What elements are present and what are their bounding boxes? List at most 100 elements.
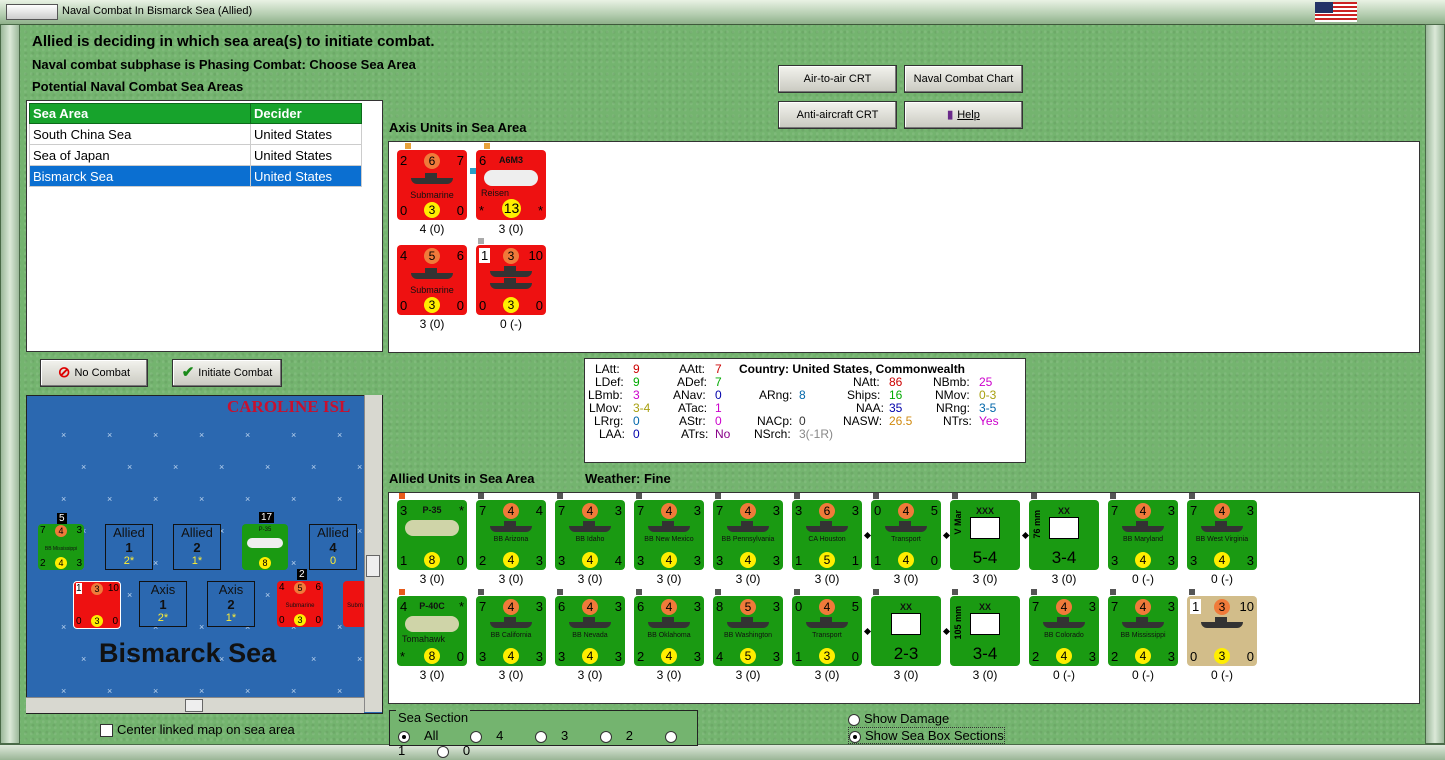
counter-move: 13 bbox=[502, 199, 521, 218]
table-row-selected[interactable]: Bismarck Sea United States bbox=[29, 165, 362, 187]
sea-section-legend: Sea Section bbox=[396, 710, 471, 725]
map-axis-stack[interactable]: 1 3 10 0 3 0 bbox=[73, 581, 121, 629]
axis-convoy-counter[interactable]: 1 3 10 0 3 0 bbox=[476, 245, 546, 315]
allied-unit-counter[interactable]: 4 P-40C * Tomahawk * 8 0 bbox=[397, 596, 467, 666]
table-row[interactable]: Sea of Japan United States bbox=[29, 144, 362, 166]
allied-unit-counter[interactable]: 3 P-35 * 1 8 0 bbox=[397, 500, 467, 570]
counter-defense: 3 bbox=[91, 583, 103, 595]
sea-area-map[interactable]: × × × × × × × × × × × × × × × × × × × × × × × × × × × × × × × × × × × × × × × ×… bbox=[26, 395, 383, 714]
map-vertical-scrollbar[interactable] bbox=[364, 395, 382, 712]
map-axis-sub-stack[interactable]: 4 5 6 Submarine 0 3 0 bbox=[277, 581, 323, 627]
counter-type: P-40C bbox=[419, 601, 445, 611]
allied-sea-box-4[interactable]: Allied 4 0 bbox=[309, 524, 357, 570]
naval-combat-chart-button[interactable]: Naval Combat Chart bbox=[904, 65, 1023, 93]
box-value: 2* bbox=[157, 612, 169, 624]
counter-name: BB Washington bbox=[724, 632, 772, 639]
counter-defense: 4 bbox=[503, 599, 519, 615]
counter-name: BB Oklahoma bbox=[647, 632, 691, 639]
radio-icon bbox=[436, 745, 449, 758]
allied-unit-counter[interactable]: XX 105 mm 3-4 bbox=[950, 596, 1020, 666]
allied-unit-counter[interactable]: 3 6 3 CA Houston 1 5 1 bbox=[792, 500, 862, 570]
box-side: Allied bbox=[113, 525, 145, 540]
stat-naa: 35 bbox=[889, 401, 903, 415]
wave-mark: × bbox=[311, 654, 317, 664]
center-link-checkbox[interactable] bbox=[100, 724, 113, 737]
wave-mark: × bbox=[291, 494, 297, 504]
allied-unit-counter[interactable]: 7 4 3 BB Mississippi 2 4 3 bbox=[1108, 596, 1178, 666]
allied-unit-counter[interactable]: 7 4 3 BB Pennsylvania 3 4 3 bbox=[713, 500, 783, 570]
counter-range: 3 bbox=[614, 503, 622, 518]
map-vertical-scroll-thumb[interactable] bbox=[366, 555, 380, 577]
box-section: 4 bbox=[329, 540, 337, 555]
wave-mark: × bbox=[199, 686, 205, 696]
bottom-frame-edge bbox=[0, 744, 1445, 760]
axis-sea-box-2[interactable]: Axis 2 1* bbox=[207, 581, 255, 627]
counter-defense: 3 bbox=[503, 248, 519, 264]
allied-unit-counter[interactable]: 6 4 3 BB Nevada 3 4 3 bbox=[555, 596, 625, 666]
counter-move: 3 bbox=[1214, 648, 1230, 664]
counter-name: BB Maryland bbox=[1122, 536, 1164, 543]
allied-unit-counter[interactable]: 0 4 5 Transport 1 4 0 bbox=[871, 500, 941, 570]
help-button[interactable]: ▮ Help bbox=[904, 101, 1023, 129]
stat-atrs-label: ATrs: bbox=[681, 427, 709, 441]
allied-unit-counter[interactable]: 7 4 3 BB Colorado 2 4 3 bbox=[1029, 596, 1099, 666]
no-combat-button[interactable]: ⊘ No Combat bbox=[40, 359, 148, 387]
allied-unit-counter[interactable]: 6 4 3 BB Oklahoma 2 4 3 bbox=[634, 596, 704, 666]
counter-caption: 3 (0) bbox=[972, 572, 998, 586]
counter-stat: 0 bbox=[112, 616, 118, 627]
button-label: Air-to-air CRT bbox=[803, 73, 872, 85]
axis-aircraft-counter[interactable]: 6 A6M3 Reisen * 13 * bbox=[476, 150, 546, 220]
counter-range: 3 bbox=[1167, 503, 1175, 518]
allied-unit-counter[interactable]: 8 5 3 BB Washington 4 5 3 bbox=[713, 596, 783, 666]
allied-unit-counter[interactable]: XX 2-3 bbox=[871, 596, 941, 666]
table-row[interactable]: South China Sea United States bbox=[29, 123, 362, 145]
counter-move: 8 bbox=[424, 648, 440, 664]
window-menu-button[interactable] bbox=[6, 4, 58, 20]
axis-submarine-counter[interactable]: 4 5 6 Submarine 0 3 0 bbox=[397, 245, 467, 315]
allied-unit-counter[interactable]: 0 4 5 Transport 1 3 0 bbox=[792, 596, 862, 666]
box-side: Allied bbox=[317, 525, 349, 540]
initiate-combat-button[interactable]: ✔ Initiate Combat bbox=[172, 359, 282, 387]
counter-name: BB Mississippi bbox=[44, 546, 78, 552]
allied-sea-box-1[interactable]: Allied 1 2* bbox=[105, 524, 153, 570]
counter-move: 3 bbox=[424, 202, 440, 218]
axis-submarine-counter[interactable]: 2 6 7 Submarine 0 3 0 bbox=[397, 150, 467, 220]
allied-unit-counter[interactable]: 7 4 3 BB West Virginia 3 4 3 bbox=[1187, 500, 1257, 570]
box-value: 2* bbox=[123, 555, 135, 567]
map-horizontal-scroll-thumb[interactable] bbox=[185, 699, 203, 712]
show-sea-box-sections-option[interactable]: Show Sea Box Sections bbox=[848, 727, 1005, 744]
unit-marker bbox=[399, 589, 405, 595]
sea-section-option-all[interactable]: All bbox=[398, 728, 452, 743]
allied-unit-counter[interactable]: 7 4 3 BB California 3 4 3 bbox=[476, 596, 546, 666]
allied-unit-counter[interactable]: 7 4 3 BB Maryland 3 4 3 bbox=[1108, 500, 1178, 570]
counter-name: BB Pennsylvania bbox=[721, 536, 775, 543]
map-allied-stack[interactable]: 7 4 3 BB Mississippi 2 4 3 bbox=[38, 524, 84, 570]
axis-sea-box-1[interactable]: Axis 1 2* bbox=[139, 581, 187, 627]
air-to-air-crt-button[interactable]: Air-to-air CRT bbox=[778, 65, 897, 93]
counter-attack: 3 bbox=[795, 503, 803, 518]
cell-decider: United States bbox=[250, 144, 362, 166]
unit-marker bbox=[1189, 493, 1195, 499]
sea-section-option-3[interactable]: 3 bbox=[534, 728, 582, 743]
col-decider[interactable]: Decider bbox=[250, 103, 362, 124]
allied-unit-counter[interactable]: XXX V Mar 5-4 bbox=[950, 500, 1020, 570]
counter-move: 4 bbox=[898, 552, 914, 568]
allied-unit-counter[interactable]: 7 4 3 BB Idaho 3 4 4 bbox=[555, 500, 625, 570]
anti-aircraft-crt-button[interactable]: Anti-aircraft CRT bbox=[778, 101, 897, 129]
allied-unit-counter[interactable]: XX 76 mm 3-4 bbox=[1029, 500, 1099, 570]
allied-sea-box-2[interactable]: Allied 2 1* bbox=[173, 524, 221, 570]
counter-range: 3 bbox=[1167, 599, 1175, 614]
map-allied-plane-stack[interactable]: P-35 8 bbox=[242, 524, 288, 570]
stat-lbmb: 3 bbox=[633, 388, 640, 402]
allied-unit-counter[interactable]: 1 3 10 0 3 0 bbox=[1187, 596, 1257, 666]
col-sea-area[interactable]: Sea Area bbox=[29, 103, 251, 124]
sea-section-option-2[interactable]: 2 bbox=[599, 728, 647, 743]
counter-stat: 2 bbox=[1111, 649, 1119, 664]
allied-unit-counter[interactable]: 7 4 3 BB New Mexico 3 4 3 bbox=[634, 500, 704, 570]
sea-section-option-0[interactable]: 0 bbox=[436, 743, 484, 758]
allied-unit-counter[interactable]: 7 4 4 BB Arizona 2 4 3 bbox=[476, 500, 546, 570]
table-header: Sea Area Decider bbox=[29, 103, 362, 124]
stat-lmov: 3-4 bbox=[633, 401, 651, 415]
show-damage-option[interactable]: Show Damage bbox=[848, 711, 949, 726]
sea-section-option-4[interactable]: 4 bbox=[470, 728, 517, 743]
